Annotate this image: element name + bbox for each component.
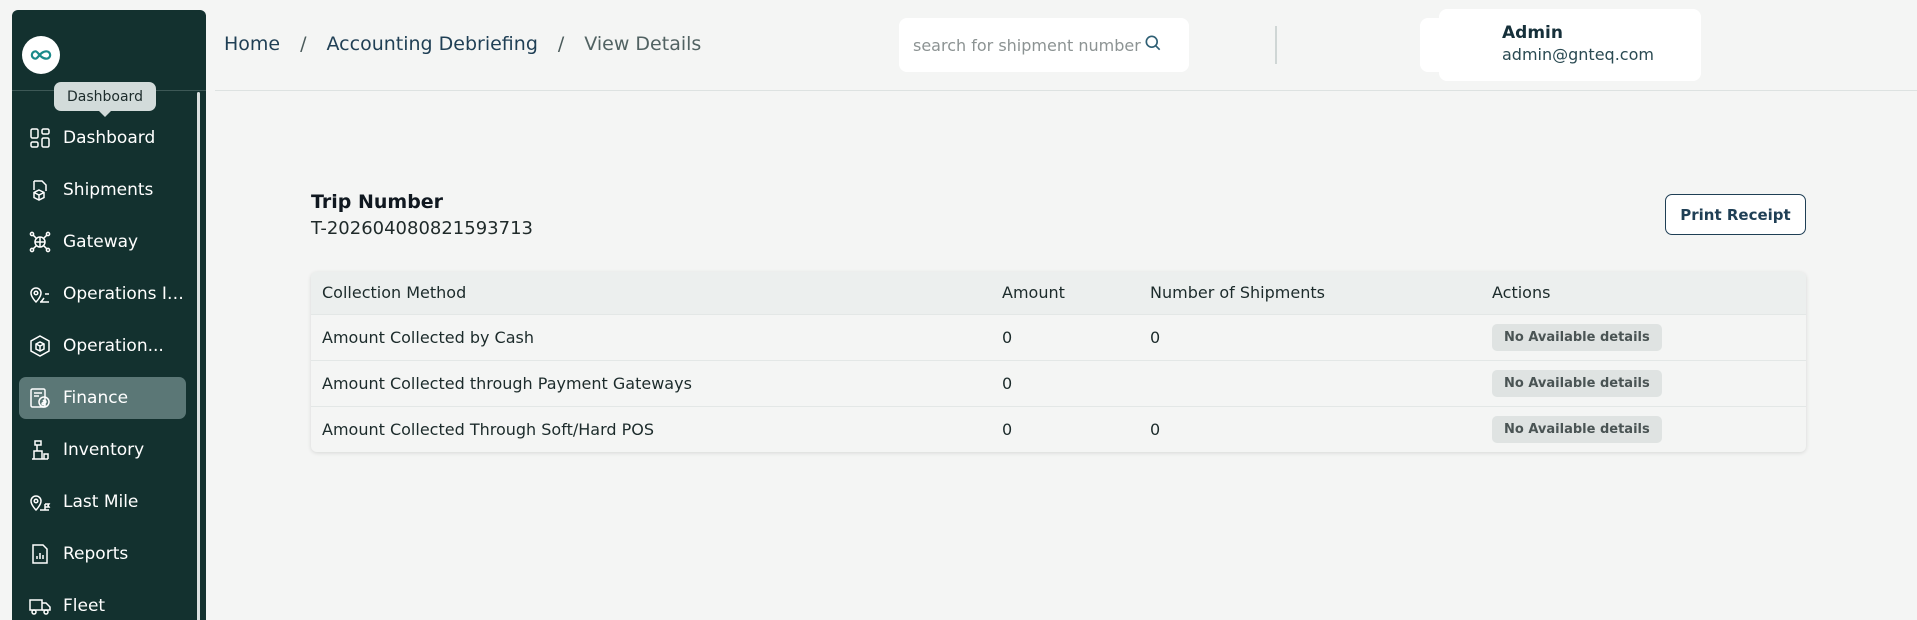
no-details-badge: No Available details [1492,369,1662,397]
cell-shipments: 0 [1139,405,1481,452]
column-header-collection-method: Collection Method [311,272,991,314]
breadcrumb-separator: / [300,33,307,55]
operations-in-icon [27,281,53,307]
trip-number-value: T-202604080821593713 [311,218,533,239]
shipments-icon [27,177,53,203]
sidebar-item-reports[interactable]: Reports [19,533,186,575]
user-email: admin@gnteq.com [1502,45,1654,64]
cell-amount: 0 [991,405,1139,452]
cell-collection-method: Amount Collected Through Soft/Hard POS [311,405,991,452]
table-row: Amount Collected Through Soft/Hard POS 0… [311,405,1806,452]
sidebar-item-label: Shipments [63,180,154,200]
table-row: Amount Collected through Payment Gateway… [311,359,1806,406]
trip-number-label: Trip Number [311,191,444,213]
sidebar-scrollbar[interactable] [197,92,200,620]
last-mile-icon [27,489,53,515]
cell-shipments [1139,359,1481,406]
collection-table: Collection Method Amount Number of Shipm… [311,272,1806,452]
reports-icon [27,541,53,567]
breadcrumb-separator: / [557,33,565,55]
search-box [899,18,1189,72]
sidebar-nav: Dashboard Shipments Gateway Operations I… [19,117,186,620]
header-divider [1275,26,1277,64]
sidebar-item-last-mile[interactable]: Last Mile [19,481,186,523]
breadcrumb-current: View Details [584,33,702,55]
sidebar-item-label: Operations IN... [63,284,186,304]
dashboard-tooltip: Dashboard [54,82,156,117]
sidebar-item-label: Finance [63,388,129,408]
sidebar-item-inventory[interactable]: Inventory [19,429,186,471]
logo[interactable] [22,36,60,74]
sidebar-item-label: Inventory [63,440,145,460]
sidebar-item-shipments[interactable]: Shipments [19,169,186,211]
table-row: Amount Collected by Cash 0 0 No Availabl… [311,313,1806,360]
operations-icon [27,333,53,359]
sidebar-item-fleet[interactable]: Fleet [19,585,186,620]
cell-collection-method: Amount Collected by Cash [311,313,991,360]
sidebar: Dashboard Shipments Gateway Operations I… [12,10,206,620]
breadcrumb: Home / Accounting Debriefing / View Deta… [224,33,701,55]
breadcrumb-accounting-link[interactable]: Accounting Debriefing [327,33,538,55]
sidebar-item-label: Last Mile [63,492,139,512]
search-input[interactable] [913,35,1143,55]
column-header-actions: Actions [1481,272,1806,314]
sidebar-item-label: Dashboard [63,128,156,148]
column-header-number-of-shipments: Number of Shipments [1139,272,1481,314]
sidebar-item-gateway[interactable]: Gateway [19,221,186,263]
cell-shipments: 0 [1139,313,1481,360]
sidebar-item-label: Fleet [63,596,106,616]
fleet-icon [27,593,53,619]
table-header-row: Collection Method Amount Number of Shipm… [311,272,1806,314]
sidebar-item-label: Reports [63,544,129,564]
cell-amount: 0 [991,313,1139,360]
user-name: Admin [1502,23,1563,43]
dashboard-icon [27,125,53,151]
user-menu[interactable]: Admin admin@gnteq.com [1439,9,1701,81]
sidebar-item-finance[interactable]: Finance [19,377,186,419]
sidebar-item-operations[interactable]: Operation... [19,325,186,367]
infinity-logo-icon [30,50,52,60]
print-receipt-button[interactable]: Print Receipt [1665,194,1806,235]
no-details-badge: No Available details [1492,323,1662,351]
finance-icon [27,385,53,411]
no-details-badge: No Available details [1492,415,1662,443]
breadcrumb-home-link[interactable]: Home [224,33,280,55]
gateway-icon [27,229,53,255]
cell-collection-method: Amount Collected through Payment Gateway… [311,359,991,406]
inventory-icon [27,437,53,463]
sidebar-item-operations-in[interactable]: Operations IN... [19,273,186,315]
search-icon[interactable] [1143,33,1163,57]
sidebar-item-dashboard[interactable]: Dashboard [19,117,186,159]
cell-amount: 0 [991,359,1139,406]
column-header-amount: Amount [991,272,1139,314]
sidebar-item-label: Operation... [63,336,164,356]
sidebar-item-label: Gateway [63,232,139,252]
